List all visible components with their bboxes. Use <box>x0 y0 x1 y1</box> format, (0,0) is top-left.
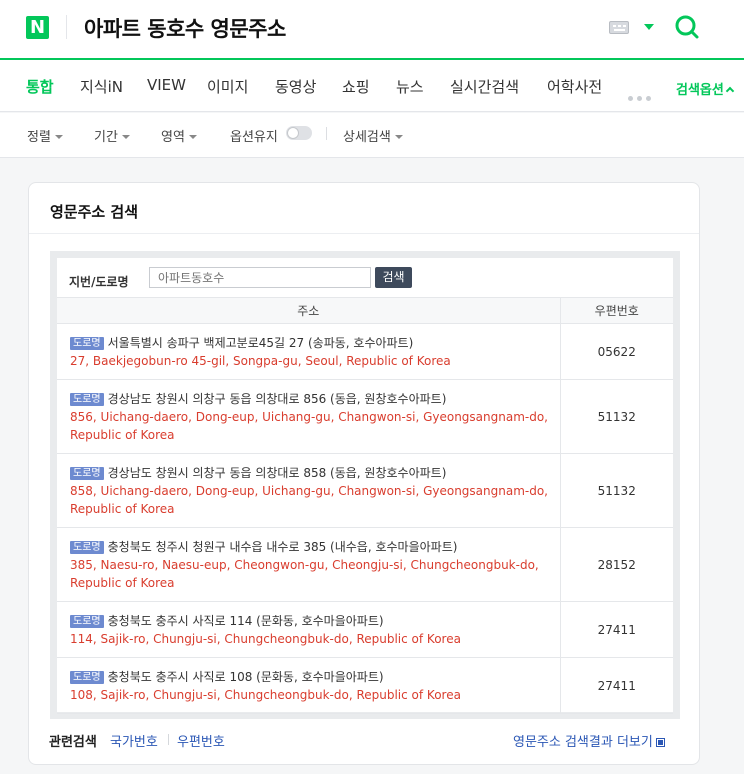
road-name-badge: 도로명 <box>70 614 104 628</box>
table-row[interactable]: 도로명 충청북도 충주시 사직로 114 (문화동, 호수마을아파트) 114, S… <box>57 601 673 658</box>
english-address[interactable]: 27, Baekjegobun-ro 45-gil, Songpa-gu, Se… <box>70 354 451 368</box>
caret-down-icon <box>121 135 130 139</box>
table-row[interactable]: 도로명 충청북도 청주시 청원구 내수읍 내수로 385 (내수읍, 호수마을아파… <box>57 527 673 602</box>
search-query[interactable]: 아파트 동호수 영문주소 <box>84 13 286 43</box>
road-name-badge: 도로명 <box>70 392 104 406</box>
english-address[interactable]: 108, Sajik-ro, Chungju-si, Chungcheongbu… <box>70 688 461 702</box>
english-address[interactable]: 858, Uichang-daero, Dong-eup, Uichang-gu… <box>70 484 548 516</box>
zipcode-cell: 05622 <box>559 323 673 380</box>
english-address[interactable]: 114, Sajik-ro, Chungju-si, Chungcheongbu… <box>70 632 461 646</box>
road-name-badge: 도로명 <box>70 336 104 350</box>
tab-shopping[interactable]: 쇼핑 <box>342 76 370 97</box>
filter-bar: 정렬 기간 영역 옵션유지 상세검색 <box>0 113 744 158</box>
external-link-icon <box>655 738 665 747</box>
more-results-label: 영문주소 검색결과 더보기 <box>513 735 653 750</box>
related-search-label: 관련검색 <box>49 735 97 750</box>
address-cell: 도로명 충청북도 충주시 사직로 108 (문화동, 호수마을아파트) 108, S… <box>57 657 560 714</box>
address-search-widget: 지번/도로명 검색 주소 우편번호 도로명서울특별시 송파구 백제고분로45길 … <box>50 251 680 719</box>
tab-view[interactable]: VIEW <box>147 76 186 94</box>
zipcode-cell: 27411 <box>559 601 673 658</box>
area-filter[interactable]: 영역 <box>161 126 197 145</box>
card-title: 영문주소 검색 <box>50 203 139 221</box>
korean-address: 경상남도 창원시 의창구 동읍 의창대로 858 (동읍, 원창호수아파트) <box>107 465 447 480</box>
area-label: 영역 <box>161 130 185 145</box>
caret-down-icon[interactable] <box>644 24 654 30</box>
zipcode-cell: 27411 <box>559 657 673 714</box>
table-row[interactable]: 도로명 서울특별시 송파구 백제고분로45길 27 (송파동, 호수아파트) 27,… <box>57 323 673 380</box>
table-row[interactable]: 도로명 경상남도 창원시 의창구 동읍 의창대로 858 (동읍, 원창호수아파트… <box>57 453 673 528</box>
korean-address: 충청북도 충주시 사직로 108 (문화동, 호수마을아파트) <box>107 669 384 684</box>
card-divider <box>29 233 699 234</box>
category-tabs: 통합 지식iN VIEW 이미지 동영상 쇼핑 뉴스 실시간검색 어학사전 검색… <box>0 58 744 112</box>
address-cell: 도로명 경상남도 창원시 의창구 동읍 의창대로 858 (동읍, 원창호수아파트… <box>57 453 560 528</box>
english-address[interactable]: 856, Uichang-daero, Dong-eup, Uichang-gu… <box>70 410 548 442</box>
table-row[interactable]: 도로명 충청북도 충주시 사직로 108 (문화동, 호수마을아파트) 108, S… <box>57 657 673 714</box>
korean-address: 서울특별시 송파구 백제고분로45길 27 (송파동, 호수아파트) <box>107 335 414 350</box>
advanced-search-label: 상세검색 <box>343 130 391 145</box>
tab-image[interactable]: 이미지 <box>207 76 248 97</box>
zipcode-cell: 28152 <box>559 527 673 602</box>
search-header: N 아파트 동호수 영문주소 <box>0 0 744 58</box>
caret-down-icon <box>54 135 63 139</box>
korean-address: 충청북도 청주시 청원구 내수읍 내수로 385 (내수읍, 호수마을아파트) <box>107 539 458 554</box>
caret-down-icon <box>188 135 197 139</box>
header-divider <box>66 15 67 39</box>
tab-video[interactable]: 동영상 <box>275 76 316 97</box>
table-row[interactable]: 도로명 경상남도 창원시 의창구 동읍 의창대로 856 (동읍, 원창호수아파트… <box>57 379 673 454</box>
advanced-search-filter[interactable]: 상세검색 <box>343 126 403 145</box>
filter-divider <box>326 127 327 140</box>
address-table: 주소 우편번호 도로명 서울특별시 송파구 백제고분로45길 27 (송파동, 호… <box>57 297 673 714</box>
address-search-panel: 지번/도로명 검색 주소 우편번호 도로명서울특별시 송파구 백제고분로45길 … <box>57 258 673 714</box>
road-name-badge: 도로명 <box>70 670 104 684</box>
tab-realtime[interactable]: 실시간검색 <box>450 76 519 97</box>
column-header-address: 주소 <box>57 297 560 324</box>
korean-address: 충청북도 충주시 사직로 114 (문화동, 호수마을아파트) <box>107 613 384 628</box>
table-header-row: 주소 우편번호 <box>57 297 673 324</box>
search-icon[interactable] <box>674 14 700 40</box>
tab-dictionary[interactable]: 어학사전 <box>547 76 602 97</box>
address-search-button[interactable]: 검색 <box>375 267 412 288</box>
address-search-input[interactable] <box>149 267 371 288</box>
english-address-card: 영문주소 검색 지번/도로명 검색 주소 우편번호 도로명서울특별시 송파구 백… <box>28 182 700 765</box>
search-field-label: 지번/도로명 <box>69 275 129 289</box>
search-options-button[interactable]: 검색옵션 <box>676 79 735 98</box>
address-cell: 도로명 충청북도 충주시 사직로 114 (문화동, 호수마을아파트) 114, S… <box>57 601 560 658</box>
address-cell: 도로명 서울특별시 송파구 백제고분로45길 27 (송파동, 호수아파트) 27,… <box>57 323 560 380</box>
zipcode-cell: 51132 <box>559 453 673 528</box>
tab-news[interactable]: 뉴스 <box>396 76 424 97</box>
korean-address: 경상남도 창원시 의창구 동읍 의창대로 856 (동읍, 원창호수아파트) <box>107 391 447 406</box>
zipcode-cell: 51132 <box>559 379 673 454</box>
more-results-link[interactable]: 영문주소 검색결과 더보기 <box>513 731 665 750</box>
tab-kin[interactable]: 지식iN <box>80 76 123 97</box>
keep-options-toggle[interactable] <box>286 126 312 140</box>
keyboard-icon[interactable] <box>609 21 629 34</box>
period-label: 기간 <box>94 130 118 145</box>
naver-logo[interactable]: N <box>26 16 49 39</box>
road-name-badge: 도로명 <box>70 466 104 480</box>
keep-options-label: 옵션유지 <box>230 130 278 145</box>
tab-all[interactable]: 통합 <box>26 76 54 97</box>
english-address[interactable]: 385, Naesu-ro, Naesu-eup, Cheongwon-gu, … <box>70 558 539 590</box>
more-tabs-icon[interactable] <box>628 86 655 105</box>
address-cell: 도로명 충청북도 청주시 청원구 내수읍 내수로 385 (내수읍, 호수마을아파… <box>57 527 560 602</box>
period-filter[interactable]: 기간 <box>94 126 130 145</box>
column-header-zipcode: 우편번호 <box>559 297 673 324</box>
related-link-zipcode[interactable]: 우편번호 <box>177 731 225 750</box>
sort-label: 정렬 <box>27 130 51 145</box>
road-name-badge: 도로명 <box>70 540 104 554</box>
chevron-up-icon <box>725 86 735 96</box>
related-divider <box>168 734 169 745</box>
address-cell: 도로명 경상남도 창원시 의창구 동읍 의창대로 856 (동읍, 원창호수아파트… <box>57 379 560 454</box>
sort-filter[interactable]: 정렬 <box>27 126 63 145</box>
search-options-label: 검색옵션 <box>676 83 724 98</box>
related-link-country-code[interactable]: 국가번호 <box>110 731 158 750</box>
caret-down-icon <box>394 135 403 139</box>
